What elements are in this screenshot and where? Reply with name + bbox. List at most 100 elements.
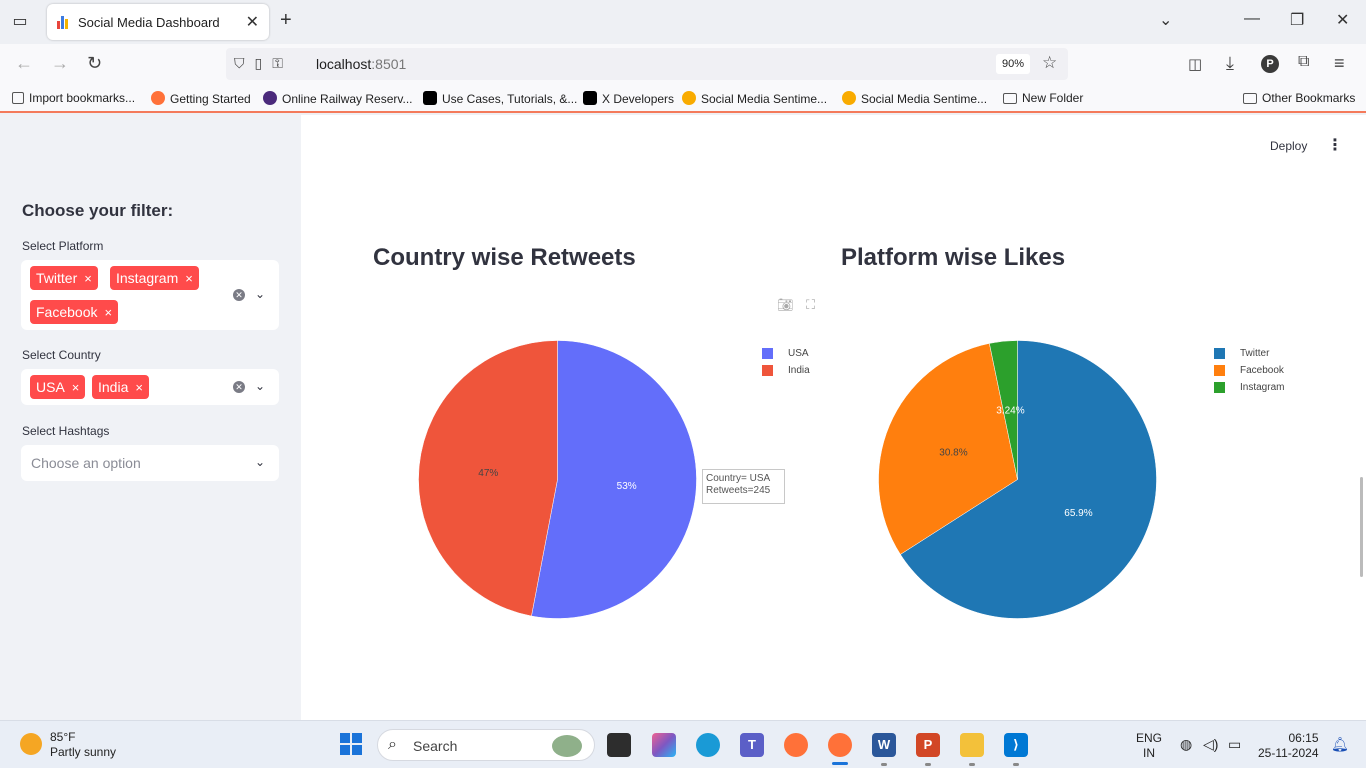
taskbar-search[interactable]: ⌕ Search bbox=[377, 729, 595, 761]
clock[interactable]: 06:15 25-11-2024 bbox=[1258, 731, 1319, 761]
file-explorer-icon[interactable] bbox=[960, 733, 984, 757]
windows-start-icon[interactable] bbox=[340, 733, 362, 755]
main-content: Deploy ⋮ Country wise Retweets Platform … bbox=[301, 115, 1366, 720]
legend-label: Twitter bbox=[1240, 348, 1270, 359]
chip-remove-icon[interactable]: × bbox=[84, 271, 92, 286]
downloads-icon[interactable]: ⤓ bbox=[1226, 53, 1234, 74]
deploy-button[interactable]: Deploy bbox=[1270, 139, 1307, 153]
open-app-indicator bbox=[969, 763, 975, 766]
sidebar: Choose your filter: Select Platform Twit… bbox=[0, 115, 301, 720]
country-multiselect[interactable]: USA × India × ✕ ⌄ bbox=[21, 369, 279, 405]
notification-bell-icon[interactable]: 🔔︎ bbox=[1331, 736, 1349, 753]
hashtags-select[interactable]: Choose an option ⌄ bbox=[21, 445, 279, 481]
window-close-icon[interactable]: ✕ bbox=[1336, 10, 1349, 30]
clear-all-icon[interactable]: ✕ bbox=[233, 289, 245, 301]
hashtags-placeholder: Choose an option bbox=[31, 455, 141, 471]
volume-icon[interactable]: ◁) bbox=[1203, 736, 1218, 753]
x-logo-icon bbox=[423, 91, 437, 105]
pie-chart-retweets[interactable]: 53% 47% bbox=[418, 340, 697, 619]
pocket-icon[interactable]: ◫ bbox=[1188, 55, 1202, 73]
browser-tab-bar: ▭ Social Media Dashboard ✕ + ⌄ — ❐ ✕ bbox=[0, 0, 1366, 44]
tab-list-icon[interactable]: ▭ bbox=[8, 10, 32, 34]
hashtags-label: Select Hashtags bbox=[22, 424, 110, 438]
scrollbar-thumb[interactable] bbox=[1360, 477, 1363, 577]
bookmark-x-developers[interactable]: X Developers bbox=[583, 91, 674, 106]
chip-remove-icon[interactable]: × bbox=[135, 380, 143, 395]
menu-hamburger-icon[interactable]: ≡ bbox=[1334, 53, 1345, 74]
other-bookmarks[interactable]: Other Bookmarks bbox=[1243, 91, 1355, 105]
powerpoint-icon[interactable]: P bbox=[916, 733, 940, 757]
language-indicator[interactable]: ENG IN bbox=[1136, 731, 1162, 761]
chevron-down-icon[interactable]: ⌄ bbox=[255, 455, 265, 469]
chip-remove-icon[interactable]: × bbox=[185, 271, 193, 286]
pie-label-usa: 53% bbox=[617, 481, 637, 492]
extensions-icon[interactable]: ⧉ bbox=[1298, 53, 1309, 71]
x-logo-icon bbox=[583, 91, 597, 105]
chip-facebook[interactable]: Facebook × bbox=[30, 300, 119, 324]
camera-icon[interactable]: 📷︎ bbox=[777, 297, 794, 313]
bookmark-sentiment-2[interactable]: Social Media Sentime... bbox=[842, 91, 987, 106]
bookmarks-bar: Import bookmarks... Getting Started Onli… bbox=[0, 84, 1366, 113]
colab-icon bbox=[842, 91, 856, 105]
chip-instagram[interactable]: Instagram × bbox=[110, 266, 199, 290]
vscode-icon[interactable]: ⟩ bbox=[1004, 733, 1028, 757]
bookmark-railway[interactable]: Online Railway Reserv... bbox=[263, 91, 413, 106]
bookmark-getting-started[interactable]: Getting Started bbox=[151, 91, 251, 106]
profile-avatar-icon[interactable]: P bbox=[1261, 55, 1279, 73]
bookmark-sentiment-1[interactable]: Social Media Sentime... bbox=[682, 91, 827, 106]
legend-label: India bbox=[788, 365, 810, 376]
browser-nav-bar: ← → ↻ ⛉▯⚿ localhost:8501 90% ☆ ◫ ⤓ P ⧉ ≡ bbox=[0, 44, 1366, 84]
folder-icon bbox=[1243, 93, 1257, 104]
chip-remove-icon[interactable]: × bbox=[104, 305, 112, 320]
bookmark-star-icon[interactable]: ☆ bbox=[1042, 53, 1057, 73]
zoom-level-badge[interactable]: 90% bbox=[996, 54, 1030, 74]
hover-tooltip: Country= USA Retweets=245 bbox=[702, 469, 785, 504]
chip-twitter[interactable]: Twitter × bbox=[30, 266, 98, 290]
reload-icon[interactable]: ↻ bbox=[87, 53, 102, 74]
chip-remove-icon[interactable]: × bbox=[72, 380, 80, 395]
battery-icon[interactable]: ▭ bbox=[1228, 736, 1241, 753]
chart-title-likes: Platform wise Likes bbox=[841, 244, 1066, 271]
bookmark-import[interactable]: Import bookmarks... bbox=[12, 91, 135, 105]
pie-label-instagram: 3.24% bbox=[996, 405, 1024, 416]
legend-label: Instagram bbox=[1240, 382, 1285, 393]
chip-india[interactable]: India × bbox=[92, 375, 149, 399]
task-view-icon[interactable] bbox=[607, 733, 631, 757]
forward-arrow-icon[interactable]: → bbox=[51, 53, 69, 74]
kebab-menu-icon[interactable]: ⋮ bbox=[1327, 135, 1343, 155]
bookmark-new-folder[interactable]: New Folder bbox=[1003, 91, 1083, 105]
firefox-active-icon[interactable] bbox=[828, 733, 852, 757]
weather-sun-icon[interactable] bbox=[20, 733, 42, 755]
restore-icon[interactable]: ❐ bbox=[1290, 10, 1304, 30]
firefox-icon[interactable] bbox=[784, 733, 808, 757]
chevron-down-icon[interactable]: ⌄ bbox=[255, 379, 265, 393]
pie-chart-likes[interactable]: 65.9% 30.8% 3.24% bbox=[878, 340, 1157, 619]
address-bar[interactable]: ⛉▯⚿ localhost:8501 90% ☆ bbox=[226, 48, 1068, 80]
url-text[interactable]: localhost:8501 bbox=[316, 56, 406, 72]
clear-all-icon[interactable]: ✕ bbox=[233, 381, 245, 393]
chart-title-retweets: Country wise Retweets bbox=[373, 244, 636, 271]
import-icon bbox=[12, 92, 24, 104]
word-icon[interactable]: W bbox=[872, 733, 896, 757]
folder-icon bbox=[1003, 93, 1017, 104]
platform-multiselect[interactable]: Twitter × Instagram × Facebook × ✕ ⌄ bbox=[21, 260, 279, 330]
teams-icon[interactable]: T bbox=[740, 733, 764, 757]
chip-usa[interactable]: USA × bbox=[30, 375, 86, 399]
minimize-icon[interactable]: — bbox=[1244, 10, 1260, 28]
tab-overflow-chevron-icon[interactable]: ⌄ bbox=[1159, 10, 1172, 30]
tab-close-icon[interactable]: ✕ bbox=[246, 12, 259, 32]
new-tab-icon[interactable]: + bbox=[280, 9, 292, 32]
network-icon[interactable]: ◍ bbox=[1180, 736, 1192, 753]
colab-icon bbox=[682, 91, 696, 105]
edge-icon[interactable] bbox=[696, 733, 720, 757]
chevron-down-icon[interactable]: ⌄ bbox=[255, 287, 265, 301]
pie-label-twitter: 65.9% bbox=[1064, 508, 1092, 519]
back-arrow-icon[interactable]: ← bbox=[15, 53, 33, 74]
copilot-icon[interactable] bbox=[652, 733, 676, 757]
active-app-indicator bbox=[832, 762, 848, 765]
browser-tab-active[interactable]: Social Media Dashboard ✕ bbox=[47, 4, 269, 40]
weather-widget[interactable]: 85°F Partly sunny bbox=[50, 730, 116, 760]
chart-favicon-icon bbox=[57, 15, 71, 29]
bookmark-use-cases[interactable]: Use Cases, Tutorials, &... bbox=[423, 91, 577, 106]
fullscreen-icon[interactable]: ⛶ bbox=[806, 297, 815, 313]
